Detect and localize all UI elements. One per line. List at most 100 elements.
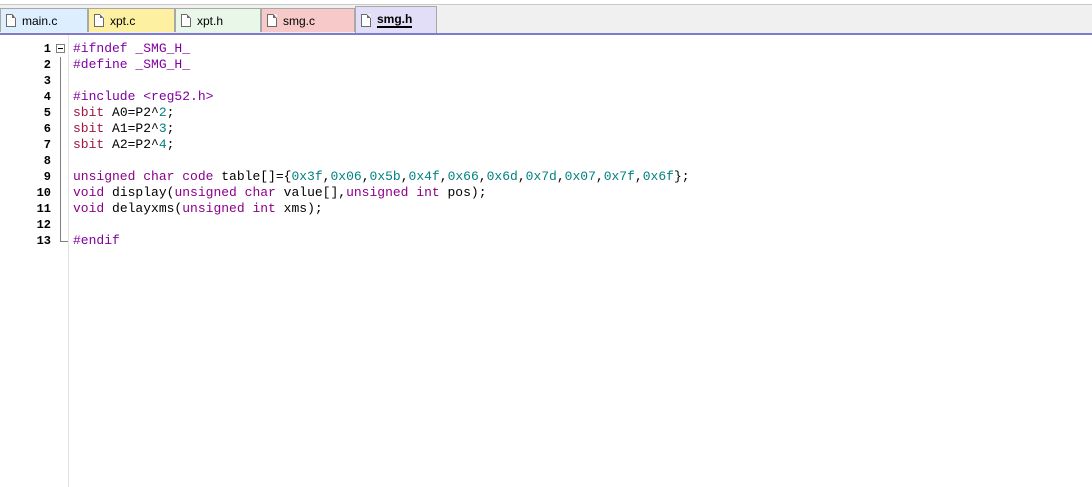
file-tab-strip: main.c xpt.c xpt.h smg.c smg.h — [0, 0, 1092, 35]
code-token: ; — [166, 121, 175, 136]
code-token: void — [73, 185, 105, 200]
fold-guide-line — [60, 89, 61, 105]
code-token: xms); — [275, 201, 323, 216]
code-text: void display(unsigned char value[],unsig… — [73, 185, 487, 201]
code-token: #define _SMG_H_ — [73, 57, 191, 72]
code-line: 9 unsigned char code table[]={0x3f,0x06,0… — [0, 169, 1092, 185]
fold-guide-line — [60, 73, 61, 89]
code-token: 0x5b — [369, 169, 401, 184]
code-token: 0x7f — [603, 169, 635, 184]
code-token: , — [595, 169, 604, 184]
code-token: unsigned char — [174, 185, 276, 200]
code-token: 0x3f — [291, 169, 323, 184]
code-token: }; — [673, 169, 690, 184]
code-token: #include <reg52.h> — [73, 89, 214, 104]
fold-guide-line — [60, 169, 61, 185]
code-token: 3 — [158, 121, 167, 136]
file-icon — [361, 13, 371, 27]
tab-xpt-c[interactable]: xpt.c — [88, 8, 175, 32]
fold-guide-line — [60, 217, 61, 233]
file-icon — [267, 14, 277, 27]
code-token: A2=P2^ — [104, 137, 159, 152]
code-token: ; — [166, 137, 175, 152]
code-token: pos); — [439, 185, 487, 200]
file-icon — [94, 14, 104, 27]
line-number: 11 — [36, 202, 51, 216]
code-line: 2 #define _SMG_H_ — [0, 57, 1092, 73]
code-token: A1=P2^ — [104, 121, 159, 136]
code-line: 3 — [0, 73, 1092, 89]
code-text: unsigned char code table[]={0x3f,0x06,0x… — [73, 169, 690, 185]
code-token: sbit — [73, 121, 105, 136]
code-line: 12 — [0, 217, 1092, 233]
code-text: #include <reg52.h> — [73, 89, 213, 105]
tab-smg-c[interactable]: smg.c — [261, 8, 355, 32]
line-number: 3 — [43, 74, 51, 88]
tab-label: main.c — [22, 13, 58, 28]
tab-label: xpt.h — [197, 13, 224, 28]
line-number: 12 — [36, 218, 51, 232]
line-number: 6 — [43, 122, 51, 136]
line-number: 5 — [43, 106, 51, 120]
tab-xpt-h[interactable]: xpt.h — [175, 8, 261, 32]
code-token: 0x06 — [330, 169, 362, 184]
code-token: , — [439, 169, 448, 184]
line-number: 13 — [36, 234, 51, 248]
code-token: void — [73, 201, 105, 216]
code-token: 0x6d — [486, 169, 518, 184]
fold-guide-line — [60, 201, 61, 217]
fold-guide-line — [60, 105, 61, 121]
fold-guide-line — [60, 185, 61, 201]
code-line: 6 sbit A1=P2^3; — [0, 121, 1092, 137]
fold-end-marker — [60, 233, 68, 242]
line-number: 4 — [43, 90, 51, 104]
line-number: 7 — [43, 138, 51, 152]
tab-label: smg.h — [377, 12, 413, 28]
code-text: void delayxms(unsigned int xms); — [73, 201, 323, 217]
code-token: 2 — [158, 105, 167, 120]
code-line: 7 sbit A2=P2^4; — [0, 137, 1092, 153]
code-token: unsigned char code — [73, 169, 214, 184]
code-text: #ifndef _SMG_H_ — [73, 41, 190, 57]
code-token: , — [556, 169, 565, 184]
file-icon — [181, 14, 191, 27]
code-token: A0=P2^ — [104, 105, 159, 120]
code-editor[interactable]: 1 #ifndef _SMG_H_ 2 #define _SMG_H_ 3 4 #inclu… — [0, 35, 1092, 487]
code-token: 0x07 — [564, 169, 596, 184]
code-line: 13 #endif — [0, 233, 1092, 249]
code-token: unsigned int — [182, 201, 276, 216]
line-number: 10 — [36, 186, 51, 200]
code-token: , — [478, 169, 487, 184]
line-number: 8 — [43, 154, 51, 168]
tab-label: smg.c — [283, 13, 316, 28]
code-line: 8 — [0, 153, 1092, 169]
code-token: 0x7d — [525, 169, 557, 184]
code-token: #ifndef _SMG_H_ — [73, 41, 191, 56]
code-token: 0x6f — [642, 169, 674, 184]
tab-label: xpt.c — [110, 13, 136, 28]
code-token: , — [634, 169, 643, 184]
code-line: 11 void delayxms(unsigned int xms); — [0, 201, 1092, 217]
tab-smg-h[interactable]: smg.h — [355, 6, 437, 33]
tab-strip-top-border — [0, 0, 1092, 5]
line-number: 2 — [43, 58, 51, 72]
tab-main-c[interactable]: main.c — [0, 8, 88, 32]
code-token: #endif — [73, 233, 120, 248]
code-text: #endif — [73, 233, 120, 249]
code-token: ; — [166, 105, 175, 120]
fold-guide-line — [60, 137, 61, 153]
code-line: 1 #ifndef _SMG_H_ — [0, 41, 1092, 57]
code-line: 5 sbit A0=P2^2; — [0, 105, 1092, 121]
file-icon — [6, 14, 16, 27]
code-token: 0x4f — [408, 169, 440, 184]
line-number: 1 — [43, 42, 51, 56]
code-token: unsigned int — [346, 185, 440, 200]
code-text: #define _SMG_H_ — [73, 57, 190, 73]
fold-collapse-icon[interactable] — [56, 44, 65, 53]
code-line: 4 #include <reg52.h> — [0, 89, 1092, 105]
code-token: sbit — [73, 137, 105, 152]
code-text: sbit A1=P2^3; — [73, 121, 174, 137]
fold-guide-line — [60, 57, 61, 73]
line-number: 9 — [43, 170, 51, 184]
code-token: , — [361, 169, 370, 184]
